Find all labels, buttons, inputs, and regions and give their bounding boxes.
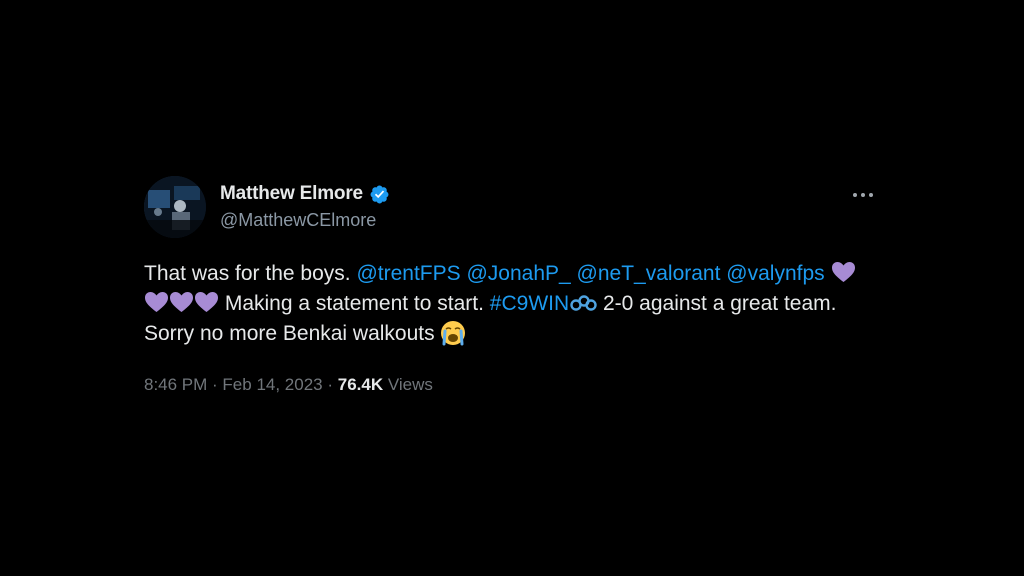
display-name-row: Matthew Elmore <box>220 182 390 206</box>
avatar-image <box>144 176 206 238</box>
tweet-meta: 8:46 PM · Feb 14, 2023 · 76.4K Views <box>144 375 880 395</box>
views-label: Views <box>383 375 433 394</box>
more-options-icon[interactable] <box>852 184 874 206</box>
display-name[interactable]: Matthew Elmore <box>220 183 363 205</box>
meta-separator: · <box>207 375 223 394</box>
loudly-crying-face-icon <box>440 320 466 346</box>
meta-separator: · <box>322 375 338 394</box>
tweet-text: That was for the boys. @trentFPS @JonahP… <box>144 259 884 349</box>
tweet-time[interactable]: 8:46 PM <box>144 375 207 394</box>
avatar[interactable] <box>144 176 206 238</box>
mention-link[interactable]: @neT_valorant <box>577 262 721 285</box>
purple-heart-icon <box>831 261 856 283</box>
tweet-date[interactable]: Feb 14, 2023 <box>222 375 322 394</box>
mention-link[interactable]: @trentFPS <box>356 262 460 285</box>
tweet-card: Matthew Elmore @MatthewCElmore That was … <box>144 174 880 395</box>
views-count[interactable]: 76.4K <box>338 375 383 394</box>
author-handle[interactable]: @MatthewCElmore <box>220 210 390 231</box>
cloud9-icon <box>569 295 597 311</box>
mention-link[interactable]: @valynfps <box>726 262 824 285</box>
author-names: Matthew Elmore @MatthewCElmore <box>220 182 390 231</box>
tweet-header: Matthew Elmore @MatthewCElmore <box>144 174 880 240</box>
tweet-text-part: Making a statement to start. <box>219 292 490 315</box>
verified-badge-icon[interactable] <box>369 184 390 205</box>
purple-heart-icon <box>194 291 219 313</box>
tweet-text-part: That was for the boys. <box>144 262 357 285</box>
purple-heart-icon <box>169 291 194 313</box>
purple-heart-icon <box>144 291 169 313</box>
mention-link[interactable]: @JonahP_ <box>466 262 570 285</box>
hashtag-link[interactable]: #C9WIN <box>490 292 569 315</box>
